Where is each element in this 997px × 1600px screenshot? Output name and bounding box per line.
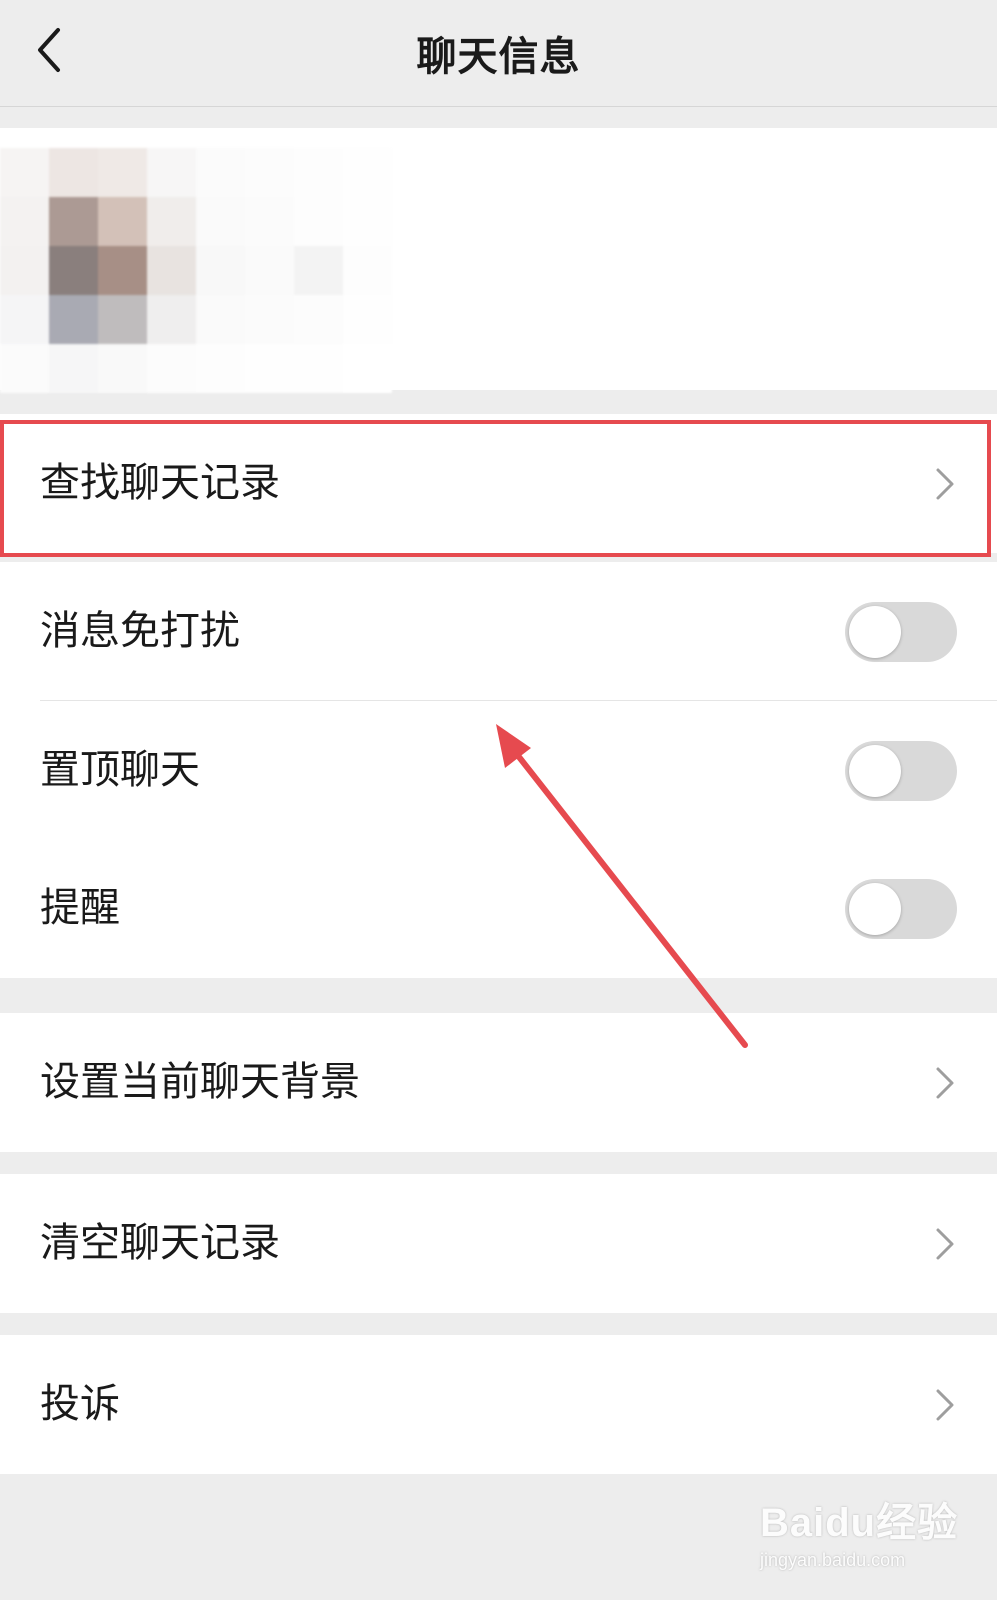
search-chat-history-row[interactable]: 查找聊天记录 xyxy=(0,414,997,553)
chat-background-row[interactable]: 设置当前聊天背景 xyxy=(0,1013,997,1152)
mute-notifications-row: 消息免打扰 xyxy=(0,562,997,701)
nav-bar: 聊天信息 xyxy=(0,0,997,107)
baidu-watermark: Baidu经验 jingyan.baidu.com xyxy=(760,1490,960,1580)
remind-row: 提醒 xyxy=(0,839,997,978)
chevron-right-icon xyxy=(936,1228,954,1260)
clear-chat-history-label: 清空聊天记录 xyxy=(40,1220,280,1266)
toggle-knob xyxy=(849,606,901,658)
member-section xyxy=(0,128,997,393)
complain-row[interactable]: 投诉 xyxy=(0,1335,997,1474)
complain-label: 投诉 xyxy=(40,1381,120,1427)
chevron-right-icon xyxy=(936,468,954,500)
toggle-knob xyxy=(849,745,901,797)
remind-label: 提醒 xyxy=(40,885,120,931)
pin-chat-label: 置顶聊天 xyxy=(40,747,200,793)
watermark-url: jingyan.baidu.com xyxy=(760,1550,906,1570)
pin-chat-toggle[interactable] xyxy=(845,741,957,801)
page-title: 聊天信息 xyxy=(416,34,581,80)
chevron-right-icon xyxy=(936,1389,954,1421)
chat-background-label: 设置当前聊天背景 xyxy=(40,1059,360,1105)
pin-chat-row: 置顶聊天 xyxy=(0,701,997,840)
mute-notifications-label: 消息免打扰 xyxy=(40,608,240,654)
mute-notifications-toggle[interactable] xyxy=(845,602,957,662)
remind-toggle[interactable] xyxy=(845,879,957,939)
watermark-logo: Baidu经验 xyxy=(760,1501,959,1545)
clear-chat-history-row[interactable]: 清空聊天记录 xyxy=(0,1174,997,1313)
toggle-knob xyxy=(849,883,901,935)
chevron-right-icon xyxy=(936,1067,954,1099)
blurred-avatar[interactable] xyxy=(0,148,392,393)
search-chat-history-label: 查找聊天记录 xyxy=(40,460,280,506)
